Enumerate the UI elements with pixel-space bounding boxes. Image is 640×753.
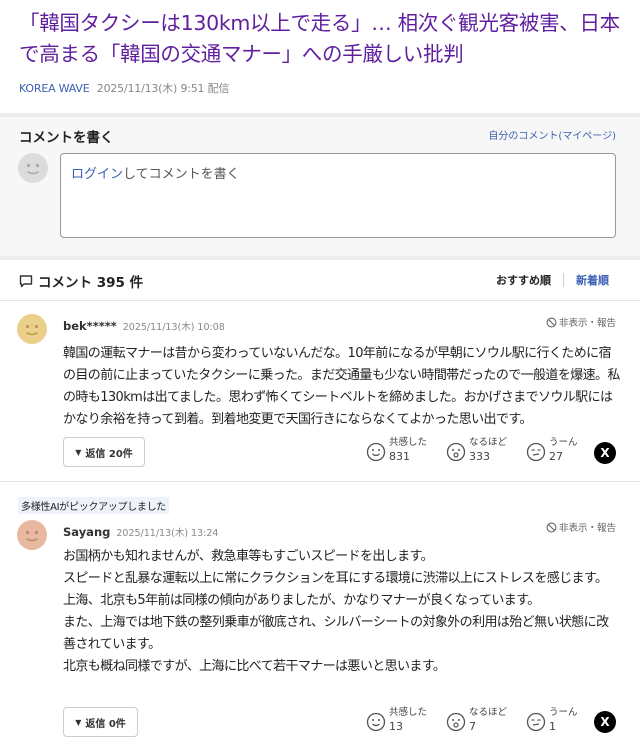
login-link[interactable]: ログイン xyxy=(71,167,123,182)
article-source[interactable]: KOREA WAVE xyxy=(19,82,90,95)
hide-report-button[interactable]: 非表示・報告 xyxy=(546,315,616,329)
write-comment-heading: コメントを書く xyxy=(19,130,114,146)
user-avatar-icon xyxy=(17,314,47,344)
my-comments-link[interactable]: 自分のコメント(マイページ) xyxy=(488,127,616,142)
doubt-count: 27 xyxy=(549,450,563,463)
article-header: 「韓国タクシーは130km以上で走る」… 相次ぐ観光客被害、日本で高まる「韓国の… xyxy=(0,0,640,113)
user-name[interactable]: bek***** xyxy=(63,319,117,333)
sort-newest-tab[interactable]: 新着順 xyxy=(576,272,609,288)
comment-time: 2025/11/13(木) 10:08 xyxy=(122,322,225,333)
comment-text: 韓国の運転マナーは昔から変わっていないんだな。10年前になるが早朝にソウル駅に行… xyxy=(63,346,620,427)
empathy-label: 共感した xyxy=(389,437,428,448)
user-avatar-icon xyxy=(17,520,47,550)
empathy-count: 831 xyxy=(389,450,410,463)
comment-count-heading: コメント 395 件 xyxy=(18,271,143,291)
doubt-count: 1 xyxy=(549,720,556,733)
share-x-button[interactable]: X xyxy=(594,442,616,464)
hide-report-label: 非表示・報告 xyxy=(558,318,616,329)
smile-face-icon xyxy=(366,442,386,462)
avatar-face xyxy=(17,520,47,550)
comment-list-header: コメント 395 件 おすすめ順 新着順 xyxy=(0,260,640,301)
x-logo-icon: X xyxy=(600,446,610,460)
comment-item: bek***** 2025/11/13(木) 10:08 非表示・報告 韓国の運転… xyxy=(0,302,640,482)
article-datetime: 2025/11/13(木) 9:51 配信 xyxy=(96,82,230,95)
surprised-face-icon xyxy=(446,712,466,732)
doubt-label: うーん xyxy=(549,437,578,448)
reply-toggle-button[interactable]: ▼ 返信 20件 xyxy=(63,437,145,467)
user-name[interactable]: Sayang xyxy=(63,525,110,539)
ai-pickup-badge: 多様性AIがピックアップしました xyxy=(18,497,169,514)
write-comment-section: コメントを書く 自分のコメント(マイページ) ログインしてコメントを書く xyxy=(0,117,640,256)
reaction-bar: 共感した 13 なるほど 7 うーん 1 xyxy=(366,706,606,734)
hide-report-label: 非表示・報告 xyxy=(558,523,616,534)
x-logo-icon: X xyxy=(600,715,610,729)
empathy-label: 共感した xyxy=(389,707,428,718)
comment-user: bek***** 2025/11/13(木) 10:08 xyxy=(63,319,225,333)
insight-label: なるほど xyxy=(469,437,508,448)
empathy-reaction-button[interactable]: 共感した 13 xyxy=(366,706,446,734)
surprised-face-icon xyxy=(446,442,466,462)
share-x-button[interactable]: X xyxy=(594,711,616,733)
comment-count: コメント 395 件 xyxy=(38,275,144,291)
sort-recommended-tab[interactable]: おすすめ順 xyxy=(496,272,551,288)
comment-item: 多様性AIがピックアップしました Sayang 2025/11/13(木) 13:… xyxy=(0,483,640,753)
comment-bubble-icon xyxy=(19,275,33,288)
prohibited-icon xyxy=(546,522,557,532)
insight-count: 7 xyxy=(469,720,476,733)
insight-reaction-button[interactable]: なるほど 333 xyxy=(446,436,526,464)
reply-count-label: 返信 20件 xyxy=(85,448,133,460)
smile-face-icon xyxy=(366,712,386,732)
prohibited-icon xyxy=(546,317,557,327)
hide-report-button[interactable]: 非表示・報告 xyxy=(546,520,616,534)
comment-placeholder: してコメントを書く xyxy=(123,167,240,182)
insight-count: 333 xyxy=(469,450,490,463)
insight-reaction-button[interactable]: なるほど 7 xyxy=(446,706,526,734)
reaction-bar: 共感した 831 なるほど 333 うーん 27 xyxy=(366,436,606,464)
comment-time: 2025/11/13(木) 13:24 xyxy=(116,528,219,539)
empathy-count: 13 xyxy=(389,720,403,733)
sort-options: おすすめ順 新着順 xyxy=(496,272,609,288)
reply-toggle-button[interactable]: ▼ 返信 0件 xyxy=(63,707,138,737)
avatar-face xyxy=(17,314,47,344)
default-avatar-icon xyxy=(18,153,48,183)
doubt-label: うーん xyxy=(549,707,578,718)
comment-user: Sayang 2025/11/13(木) 13:24 xyxy=(63,525,218,539)
caret-down-icon: ▼ xyxy=(75,717,82,727)
sort-separator xyxy=(563,273,564,287)
puzzled-face-icon xyxy=(526,442,546,462)
article-title[interactable]: 「韓国タクシーは130km以上で走る」… 相次ぐ観光客被害、日本で高まる「韓国の… xyxy=(19,8,620,70)
caret-down-icon: ▼ xyxy=(75,447,82,457)
puzzled-face-icon xyxy=(526,712,546,732)
comment-text: お国柄かも知れませんが、救急車等もすごいスピードを出します。 スピードと乱暴な運… xyxy=(63,549,609,674)
reply-count-label: 返信 0件 xyxy=(85,718,126,730)
comment-input[interactable]: ログインしてコメントを書く xyxy=(60,153,616,238)
empathy-reaction-button[interactable]: 共感した 831 xyxy=(366,436,446,464)
insight-label: なるほど xyxy=(469,707,508,718)
article-meta: KOREA WAVE 2025/11/13(木) 9:51 配信 xyxy=(19,80,229,96)
